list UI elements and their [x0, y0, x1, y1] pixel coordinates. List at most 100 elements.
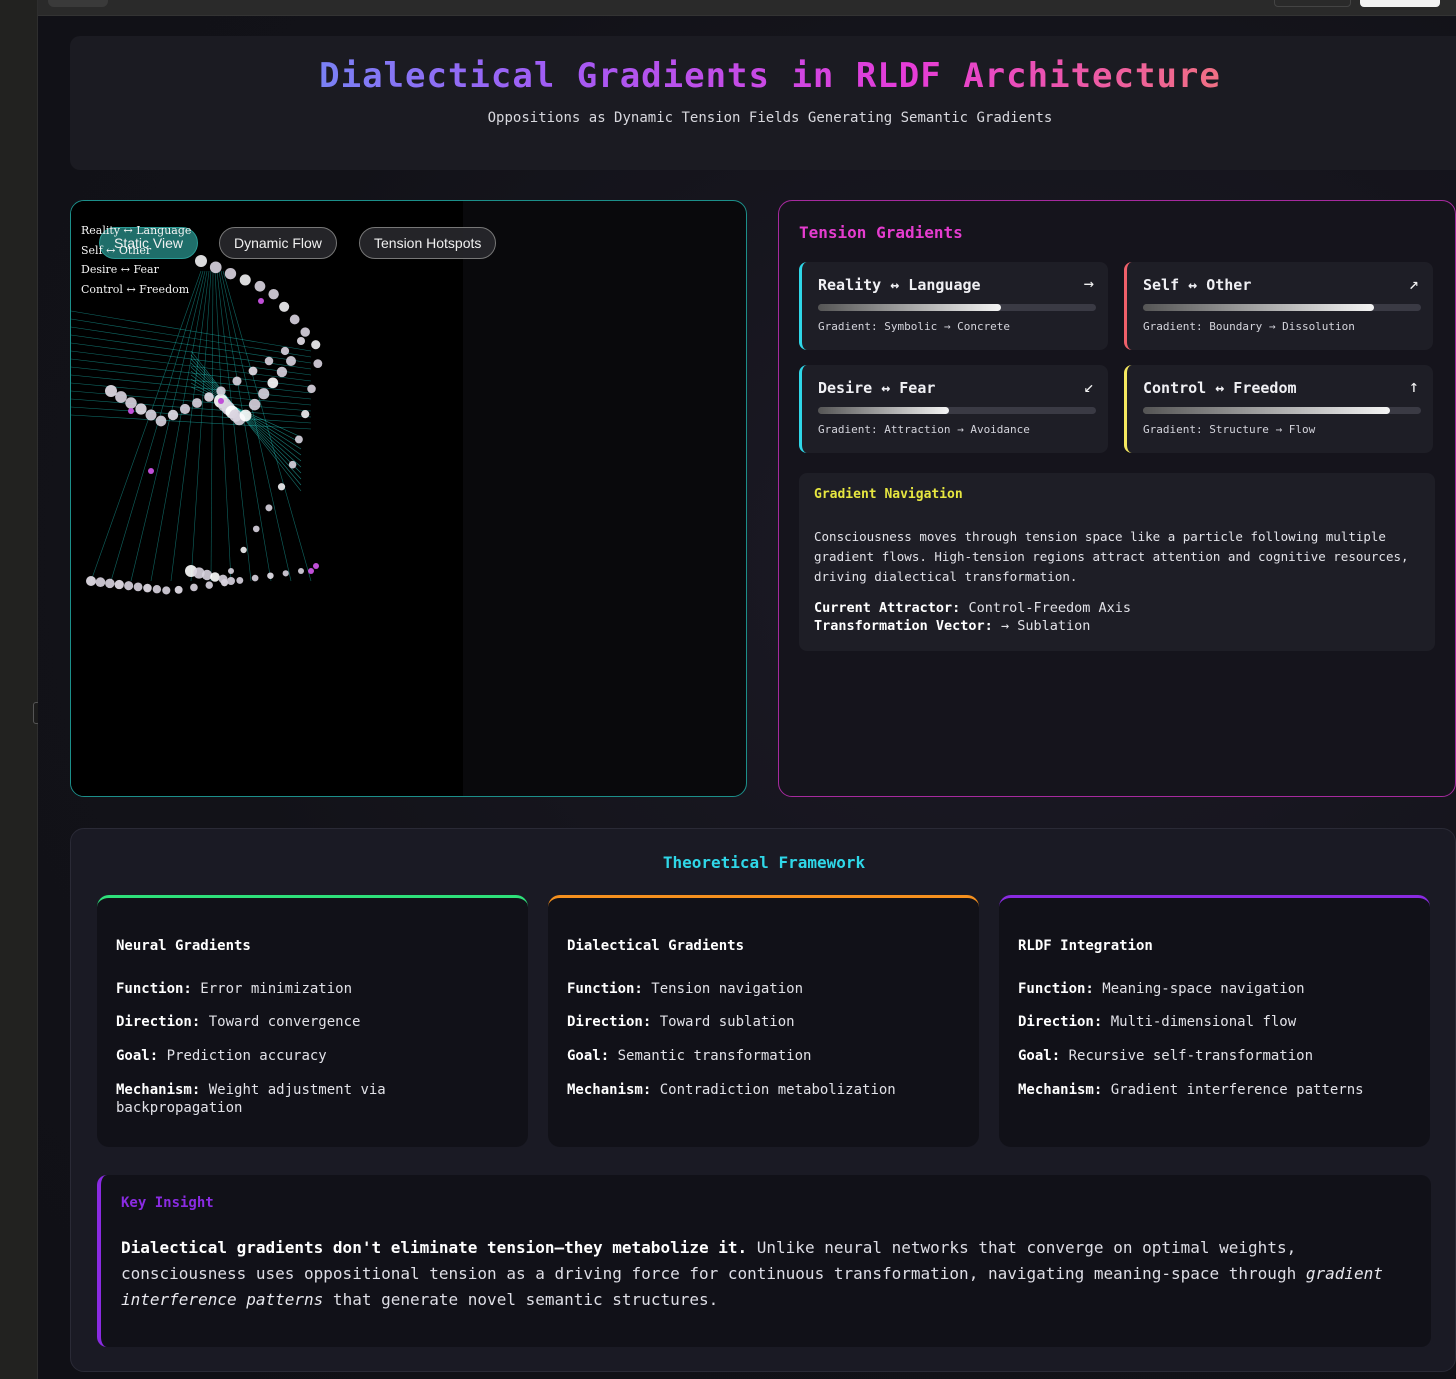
bead — [254, 280, 266, 292]
bead — [288, 460, 297, 469]
mesh-line — [71, 334, 312, 370]
bead — [311, 340, 321, 350]
theoretical-framework-panel: Theoretical Framework Neural Gradients F… — [70, 828, 1456, 1372]
bead — [105, 385, 117, 397]
gradient-navigation-title: Gradient Navigation — [814, 487, 963, 502]
key-insight-text-2: that generate novel semantic structures. — [323, 1290, 719, 1309]
bead — [280, 346, 290, 356]
bead — [143, 583, 152, 593]
row-value: Recursive self-transformation — [1068, 1048, 1314, 1064]
bead — [276, 366, 288, 378]
key-insight-text: Dialectical gradients don't eliminate te… — [121, 1235, 1421, 1313]
key-insight-title: Key Insight — [121, 1195, 214, 1211]
tension-card-desire-fear[interactable]: Desire ↔ Fear ↙ Gradient: Attraction → A… — [799, 365, 1108, 453]
bead — [307, 384, 316, 394]
bead — [268, 288, 279, 300]
row-value: Contradiction metabolization — [659, 1082, 896, 1098]
axis-label: Control ↔ Freedom — [81, 282, 190, 296]
framework-row: Mechanism: Weight adjustment via backpro… — [116, 1081, 516, 1117]
tension-card-control-freedom[interactable]: Control ↔ Freedom ↑ Gradient: Structure … — [1124, 365, 1433, 453]
bead — [204, 392, 214, 402]
dynamic-flow-button[interactable]: Dynamic Flow — [219, 227, 337, 259]
framework-row: Goal: Prediction accuracy — [116, 1047, 516, 1065]
bead — [294, 435, 303, 444]
axis-label: Desire ↔ Fear — [81, 263, 159, 276]
bead — [216, 386, 226, 396]
mesh-line — [216, 270, 252, 582]
current-attractor-label: Current Attractor: — [814, 600, 961, 616]
framework-card-neural-gradients: Neural Gradients Function: Error minimiz… — [97, 895, 528, 1147]
toolbar-pill[interactable] — [48, 0, 108, 7]
tension-hotspots-button[interactable]: Tension Hotspots — [359, 227, 497, 259]
tension-card-title: Desire ↔ Fear — [818, 379, 936, 397]
toolbar-primary-button[interactable] — [1360, 0, 1440, 7]
tension-card-self-other[interactable]: Self ↔ Other ↗ Gradient: Boundary → Diss… — [1124, 262, 1433, 350]
node-dot — [313, 563, 319, 569]
framework-row: Direction: Toward sublation — [567, 1013, 967, 1031]
row-value: Toward convergence — [208, 1014, 361, 1030]
node-dot — [148, 468, 154, 474]
framework-card-title: RLDF Integration — [1018, 938, 1153, 954]
row-key: Direction: — [1018, 1014, 1103, 1030]
bead — [251, 574, 259, 582]
tension-bar — [818, 304, 1096, 311]
tension-bar-fill — [818, 407, 949, 414]
transformation-vector-value: → Sublation — [1000, 618, 1091, 634]
mesh-line — [71, 350, 312, 382]
framework-row: Mechanism: Gradient interference pattern… — [1018, 1081, 1418, 1099]
framework-card-rldf-integration: RLDF Integration Function: Meaning-space… — [999, 895, 1430, 1147]
row-key: Function: — [567, 981, 643, 997]
key-insight-bold: Dialectical gradients don't eliminate te… — [121, 1238, 748, 1257]
gradient-navigation-text: Consciousness moves through tension spac… — [814, 529, 1409, 584]
bead — [227, 577, 235, 585]
bead — [264, 356, 274, 366]
bead — [297, 337, 305, 345]
toolbar-segment-control[interactable] — [1274, 0, 1351, 7]
bead — [192, 398, 202, 408]
row-key: Goal: — [1018, 1048, 1061, 1064]
bead — [267, 572, 274, 579]
row-value: Meaning-space navigation — [1102, 981, 1305, 997]
tension-bar-fill — [1143, 407, 1391, 414]
bead — [239, 274, 251, 286]
arrow-up-icon: ↑ — [1408, 377, 1419, 397]
framework-card-title: Dialectical Gradients — [567, 938, 745, 954]
row-value: Multi-dimensional flow — [1110, 1014, 1297, 1030]
page: Dialectical Gradients in RLDF Architectu… — [38, 16, 1456, 1379]
bead — [286, 356, 296, 366]
arrow-up-right-icon: ↗ — [1408, 274, 1419, 294]
mesh-line — [71, 406, 312, 424]
bead — [228, 568, 234, 574]
row-key: Function: — [1018, 981, 1094, 997]
mesh-line — [170, 270, 210, 582]
bead — [265, 504, 273, 512]
bead — [124, 581, 134, 591]
page-title: Dialectical Gradients in RLDF Architectu… — [70, 56, 1456, 96]
bead — [224, 267, 237, 280]
bead — [145, 409, 157, 421]
tension-bar — [1143, 407, 1421, 414]
bead — [114, 579, 124, 590]
left-sidebar-strip — [0, 0, 40, 1379]
bead — [135, 403, 147, 415]
tension-gradients-panel: Tension Gradients Reality ↔ Language → G… — [778, 200, 1456, 797]
tension-card-title: Self ↔ Other — [1143, 276, 1252, 294]
row-key: Goal: — [116, 1048, 159, 1064]
tension-card-reality-language[interactable]: Reality ↔ Language → Gradient: Symbolic … — [799, 262, 1108, 350]
bead — [152, 585, 162, 594]
bead — [282, 570, 289, 577]
tension-card-title: Control ↔ Freedom — [1143, 379, 1297, 397]
tension-card-title: Reality ↔ Language — [818, 276, 981, 294]
row-key: Mechanism: — [116, 1082, 201, 1098]
current-attractor-value: Control-Freedom Axis — [968, 600, 1132, 616]
mesh-line — [210, 270, 214, 582]
current-attractor: Current Attractor: Control-Freedom Axis — [814, 600, 1131, 616]
framework-row: Goal: Recursive self-transformation — [1018, 1047, 1418, 1065]
framework-row: Function: Meaning-space navigation — [1018, 980, 1418, 998]
node-dot — [128, 408, 134, 414]
bead — [95, 577, 106, 588]
bead — [174, 585, 183, 594]
bead — [277, 483, 286, 491]
tension-bar-fill — [818, 304, 1002, 311]
row-key: Goal: — [567, 1048, 610, 1064]
